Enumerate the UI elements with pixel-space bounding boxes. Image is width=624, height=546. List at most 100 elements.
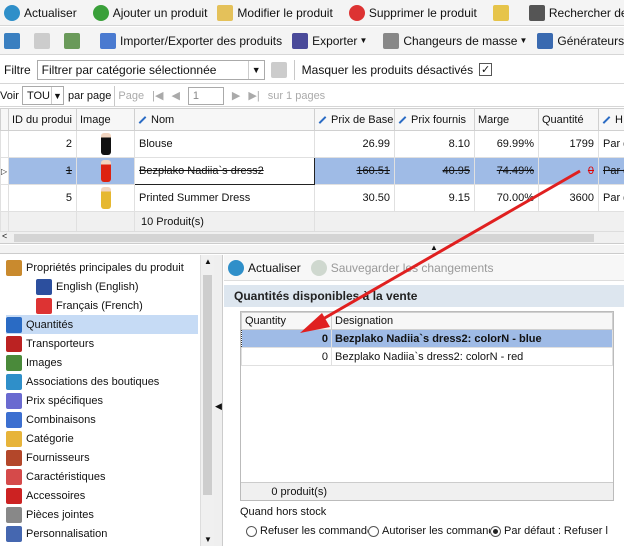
page-number-input[interactable]: 1 xyxy=(187,86,224,105)
filter-label: Filtre xyxy=(4,62,31,77)
last-page-icon[interactable]: ▶| xyxy=(248,89,259,102)
deny-orders-label: Refuser les commande xyxy=(260,525,368,537)
column-header-base-price-label: Prix de Base xyxy=(331,113,394,126)
tree-item[interactable]: Pièces jointes xyxy=(6,505,198,524)
tree-item[interactable]: Personnalisation xyxy=(6,524,198,543)
quantities-header-row: Quantity Designation xyxy=(241,312,613,330)
tree-item[interactable]: Caractéristiques xyxy=(6,467,198,486)
cell-name[interactable]: Bezplako Nadiia`s dress2 xyxy=(134,157,315,185)
delete-product-label: Supprimer le produit xyxy=(368,5,477,20)
panel-toolbar: Actualiser Sauvegarder les changements xyxy=(224,255,624,281)
panel-title: Quantités disponibles à la vente xyxy=(224,285,624,307)
cell-quantity[interactable]: 0 xyxy=(241,329,332,348)
category-filter-select[interactable]: Filtrer par catégorie sélectionnée ▼ xyxy=(36,59,265,80)
tree-item[interactable]: Propriétés principales du produit xyxy=(6,258,198,277)
add-product-button[interactable]: Ajouter un produit xyxy=(89,1,214,25)
cell-h: Par d xyxy=(598,157,624,185)
generators-dropdown[interactable]: Générateurs ▼ xyxy=(533,29,624,53)
view-label: Voir xyxy=(0,89,19,102)
default-label: Par défaut : Refuser l xyxy=(504,525,608,537)
scroll-down-icon[interactable]: ▼ xyxy=(204,535,212,544)
export-label: Exporter xyxy=(312,33,358,48)
table-row-selected[interactable]: 0 Bezplako Nadiia`s dress2: colorN - blu… xyxy=(241,329,613,348)
column-header-id[interactable]: ID du produi xyxy=(8,108,77,131)
tool-button-3[interactable] xyxy=(60,29,90,53)
column-header-designation[interactable]: Designation xyxy=(331,312,613,330)
vertical-splitter[interactable]: ◀ xyxy=(214,255,223,546)
tree-vertical-scrollbar[interactable]: ▲ ▼ xyxy=(200,255,214,546)
cell-base-price: 30.50 xyxy=(314,184,395,212)
copy-icon xyxy=(64,32,80,49)
column-header-quantity[interactable]: Quantity xyxy=(241,312,332,330)
panel-refresh-button[interactable]: Actualiser xyxy=(224,256,307,280)
column-header-name-label: Nom xyxy=(151,113,175,126)
table-row[interactable]: 2 Blouse 26.99 8.10 69.99% 1799 Par d xyxy=(0,130,624,158)
save-changes-button[interactable]: Sauvegarder les changements xyxy=(307,256,500,280)
tree-item[interactable]: Prix spécifiques xyxy=(6,391,198,410)
cell-image xyxy=(76,157,135,185)
mass-changers-dropdown[interactable]: Changeurs de masse ▼ xyxy=(379,29,533,53)
tree-item[interactable]: Combinaisons xyxy=(6,410,198,429)
clear-filter-icon[interactable] xyxy=(270,61,287,78)
column-header-margin[interactable]: Marge xyxy=(474,108,539,131)
column-header-name[interactable]: Nom xyxy=(134,108,315,131)
export-dropdown[interactable]: Exporter ▼ xyxy=(288,29,373,53)
tree-item[interactable]: Accessoires xyxy=(6,486,198,505)
pencil-icon xyxy=(217,4,234,21)
scroll-left-icon[interactable]: < xyxy=(2,231,7,241)
scroll-thumb[interactable] xyxy=(14,234,594,242)
add-product-label: Ajouter un produit xyxy=(112,5,208,20)
tree-item[interactable]: Associations des boutiques xyxy=(6,372,198,391)
prev-page-icon[interactable]: ◀ xyxy=(171,89,179,102)
chevron-down-icon: ▼ xyxy=(247,60,264,79)
refresh-button[interactable]: Actualiser xyxy=(0,1,83,25)
horizontal-scrollbar[interactable]: < xyxy=(0,231,624,244)
column-header-supplier-price[interactable]: Prix fournis xyxy=(394,108,475,131)
first-page-icon[interactable]: |◀ xyxy=(152,89,163,102)
generators-label: Générateurs xyxy=(557,33,624,48)
column-header-h[interactable]: H xyxy=(598,108,624,131)
delete-product-button[interactable]: Supprimer le produit xyxy=(345,1,483,25)
footer-cell xyxy=(76,211,135,232)
search-products-button[interactable]: Rechercher des p xyxy=(525,1,624,25)
tree-item[interactable]: Catégorie xyxy=(6,429,198,448)
allow-orders-radio[interactable] xyxy=(368,525,379,537)
column-header-quantity[interactable]: Quantité xyxy=(538,108,599,131)
table-row[interactable]: 5 Printed Summer Dress 30.50 9.15 70.00%… xyxy=(0,184,624,212)
hide-disabled-checkbox[interactable]: ✓ xyxy=(479,63,493,76)
numbers-icon xyxy=(6,316,22,333)
cell-image xyxy=(76,184,135,212)
flag-fr-icon xyxy=(36,297,52,314)
tree-item[interactable]: Images xyxy=(6,353,198,372)
tool-button-1[interactable] xyxy=(0,29,30,53)
tool-button-2[interactable] xyxy=(30,29,60,53)
deny-orders-radio[interactable] xyxy=(246,525,257,537)
table-row[interactable]: 0 Bezplako Nadiia`s dress2: colorN - red xyxy=(241,347,613,366)
page-total-label: sur 1 pages xyxy=(267,89,326,102)
cell-base-price: 160.51 xyxy=(314,157,395,185)
table-row-selected[interactable]: ▷ 1 Bezplako Nadiia`s dress2 160.51 40.9… xyxy=(0,157,624,185)
tree-item[interactable]: English (English) xyxy=(36,277,198,296)
cell-designation: Bezplako Nadiia`s dress2: colorN - blue xyxy=(331,329,613,348)
scroll-up-icon[interactable]: ▲ xyxy=(204,257,212,266)
next-page-icon[interactable]: ▶ xyxy=(232,89,240,102)
tree-item[interactable]: Transporteurs xyxy=(6,334,198,353)
column-header-image[interactable]: Image xyxy=(76,108,135,131)
import-export-button[interactable]: Importer/Exporter des produits xyxy=(96,29,288,53)
tree-item-label: Fournisseurs xyxy=(26,451,90,464)
edit-product-button[interactable]: Modifier le produit xyxy=(213,1,338,25)
main-toolbar: Actualiser Ajouter un produit Modifier l… xyxy=(0,0,624,26)
clipboard-button[interactable] xyxy=(489,1,519,25)
cell-quantity[interactable]: 0 xyxy=(241,347,332,366)
tree-item[interactable]: Fournisseurs xyxy=(6,448,198,467)
quantities-count: 0 produit(s) xyxy=(271,485,327,498)
cell-name: Printed Summer Dress xyxy=(134,184,315,212)
row-indicator xyxy=(0,130,9,158)
column-header-base-price[interactable]: Prix de Base xyxy=(314,108,395,131)
tree-item[interactable]: Quantités xyxy=(6,315,198,334)
scroll-thumb[interactable] xyxy=(203,275,212,495)
tree-item[interactable]: Français (French) xyxy=(36,296,198,315)
default-radio[interactable] xyxy=(490,525,501,537)
horizontal-splitter[interactable]: ▲ xyxy=(0,243,624,254)
per-page-select[interactable]: TOU ▼ xyxy=(21,86,64,105)
